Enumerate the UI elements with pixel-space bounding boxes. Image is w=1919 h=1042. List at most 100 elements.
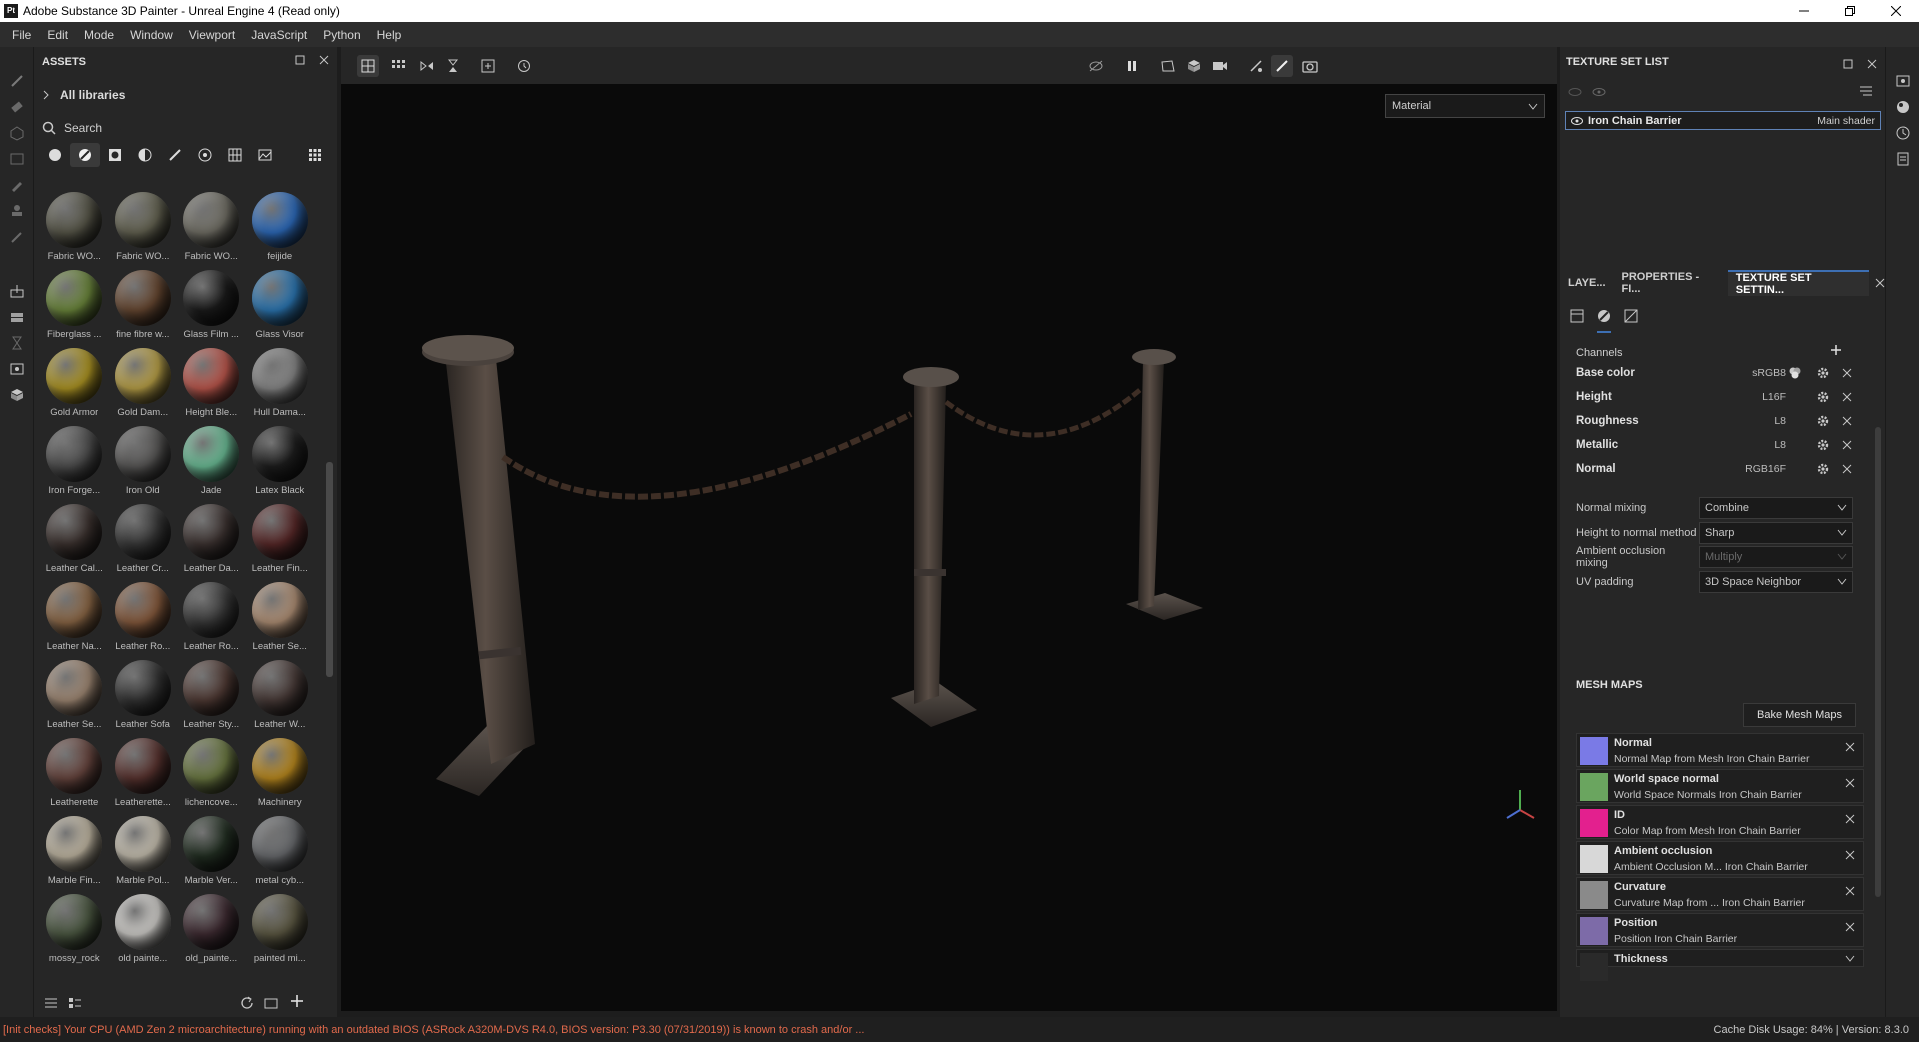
- hourglass-tool[interactable]: [7, 333, 27, 353]
- menu-file[interactable]: File: [4, 28, 39, 42]
- remove-channel-icon[interactable]: [1842, 392, 1852, 402]
- asset-tile[interactable]: Machinery: [246, 733, 315, 811]
- texture-set-menu-button[interactable]: [1859, 84, 1873, 102]
- remove-mesh-map-icon[interactable]: [1845, 922, 1855, 932]
- paint-mode-button[interactable]: [1271, 55, 1293, 77]
- view-grid-button[interactable]: [300, 143, 330, 167]
- remove-channel-icon[interactable]: [1842, 368, 1852, 378]
- assets-scrollbar[interactable]: [326, 462, 333, 677]
- asset-tile[interactable]: Leather Ro...: [109, 577, 178, 655]
- menu-help[interactable]: Help: [369, 28, 410, 42]
- asset-tile[interactable]: Marble Pol...: [109, 811, 178, 889]
- mesh-map-source[interactable]: Curvature Map from ... Iron Chain Barrie…: [1614, 897, 1805, 909]
- show-all-button[interactable]: [1592, 84, 1606, 102]
- asset-tile[interactable]: Leatherette: [40, 733, 109, 811]
- asset-tile[interactable]: Gold Dam...: [109, 343, 178, 421]
- asset-search[interactable]: Search: [42, 117, 327, 139]
- bake-mesh-maps-button[interactable]: Bake Mesh Maps: [1743, 703, 1856, 727]
- property-dropdown[interactable]: 3D Space Neighbor: [1699, 570, 1853, 593]
- asset-tile[interactable]: Leather Cal...: [40, 499, 109, 577]
- gear-icon[interactable]: [1816, 462, 1830, 476]
- asset-tile[interactable]: Leather Se...: [246, 577, 315, 655]
- channel-format[interactable]: L16F: [1726, 391, 1786, 403]
- menu-viewport[interactable]: Viewport: [181, 28, 243, 42]
- tab-texture-set-settings[interactable]: TEXTURE SET SETTIN...: [1727, 270, 1870, 296]
- mesh-map-row[interactable]: ID Color Map from Mesh Iron Chain Barrier: [1576, 805, 1864, 839]
- asset-tile[interactable]: Leather W...: [246, 655, 315, 733]
- asset-tile[interactable]: Height Ble...: [177, 343, 246, 421]
- remove-mesh-map-icon[interactable]: [1845, 814, 1855, 824]
- shelf-tool[interactable]: [7, 307, 27, 327]
- filter-filters-button[interactable]: [130, 143, 160, 167]
- asset-tile[interactable]: Leather Na...: [40, 577, 109, 655]
- menu-python[interactable]: Python: [315, 28, 368, 42]
- filter-masks-button[interactable]: [100, 143, 130, 167]
- remove-mesh-map-icon[interactable]: [1845, 886, 1855, 896]
- menu-javascript[interactable]: JavaScript: [243, 28, 315, 42]
- settings-scrollbar[interactable]: [1875, 427, 1881, 897]
- status-warning[interactable]: [Init checks] Your CPU (AMD Zen 2 microa…: [0, 1024, 864, 1036]
- channel-format[interactable]: L8: [1726, 439, 1786, 451]
- smudge-tool[interactable]: [7, 175, 27, 195]
- asset-tile[interactable]: mossy_rock: [40, 889, 109, 967]
- display-settings-tool[interactable]: [7, 359, 27, 379]
- close-texture-set-button[interactable]: [1867, 56, 1877, 74]
- viewport-display-mode-select[interactable]: Material: [1385, 94, 1545, 118]
- asset-tile[interactable]: feijide: [246, 187, 315, 265]
- remove-mesh-map-icon[interactable]: [1845, 742, 1855, 752]
- asset-tile[interactable]: Hull Dama...: [246, 343, 315, 421]
- chevron-down-icon[interactable]: [1845, 955, 1855, 963]
- property-dropdown[interactable]: Combine: [1699, 497, 1853, 519]
- material-view-button[interactable]: [1597, 309, 1611, 333]
- history-toggle[interactable]: [1893, 123, 1913, 143]
- mesh-map-row[interactable]: Normal Normal Map from Mesh Iron Chain Ba…: [1576, 733, 1864, 767]
- camera-view-button[interactable]: [1209, 55, 1231, 77]
- remove-channel-icon[interactable]: [1842, 416, 1852, 426]
- float-texture-set-button[interactable]: [1843, 56, 1853, 74]
- menu-edit[interactable]: Edit: [39, 28, 76, 42]
- asset-tile[interactable]: Leather Da...: [177, 499, 246, 577]
- 3d-view-button[interactable]: [1183, 55, 1205, 77]
- iray-button[interactable]: [1245, 55, 1267, 77]
- asset-tile[interactable]: Leatherette...: [109, 733, 178, 811]
- clone-tool[interactable]: [7, 201, 27, 221]
- shader-settings-tool[interactable]: [7, 385, 27, 405]
- asset-tile[interactable]: lichencove...: [177, 733, 246, 811]
- mesh-map-source[interactable]: Position Iron Chain Barrier: [1614, 933, 1737, 945]
- filter-environments-button[interactable]: [250, 143, 280, 167]
- 3d-viewport[interactable]: [341, 84, 1557, 1011]
- mesh-map-row[interactable]: World space normal World Space Normals Ir…: [1576, 769, 1864, 803]
- settings-view-button[interactable]: [1570, 309, 1584, 328]
- close-window-button[interactable]: [1873, 0, 1919, 22]
- bake-tool[interactable]: [7, 281, 27, 301]
- symmetry-x-button[interactable]: [416, 55, 438, 77]
- asset-tile[interactable]: Glass Film ...: [177, 265, 246, 343]
- channel-format[interactable]: sRGB8: [1726, 367, 1786, 379]
- 2d-view-button[interactable]: [1157, 55, 1179, 77]
- geometry-mask-tool[interactable]: [7, 149, 27, 169]
- filter-materials-button[interactable]: [40, 143, 70, 167]
- menu-mode[interactable]: Mode: [76, 28, 122, 42]
- filter-textures-button[interactable]: [220, 143, 250, 167]
- asset-tile[interactable]: Iron Old: [109, 421, 178, 499]
- float-panel-icon[interactable]: [295, 55, 305, 65]
- pause-button[interactable]: [1121, 55, 1143, 77]
- asset-tile[interactable]: Fabric WO...: [177, 187, 246, 265]
- asset-tile[interactable]: Leather Se...: [40, 655, 109, 733]
- close-tab-icon[interactable]: [1875, 278, 1885, 288]
- library-selector[interactable]: All libraries: [42, 88, 125, 102]
- asset-tile[interactable]: Glass Visor: [246, 265, 315, 343]
- asset-tile[interactable]: Marble Ver...: [177, 811, 246, 889]
- asset-tile[interactable]: Leather Sty...: [177, 655, 246, 733]
- uv-view-button[interactable]: [1624, 309, 1638, 328]
- filter-brushes-button[interactable]: [160, 143, 190, 167]
- asset-tile[interactable]: Leather Cr...: [109, 499, 178, 577]
- mesh-map-row[interactable]: Curvature Curvature Map from ... Iron Cha…: [1576, 877, 1864, 911]
- asset-tile[interactable]: metal cyb...: [246, 811, 315, 889]
- asset-tile[interactable]: Iron Forge...: [40, 421, 109, 499]
- asset-tile[interactable]: Latex Black: [246, 421, 315, 499]
- close-panel-icon[interactable]: [319, 55, 329, 65]
- mesh-map-row[interactable]: Ambient occlusion Ambient Occlusion M... …: [1576, 841, 1864, 875]
- mesh-map-source[interactable]: World Space Normals Iron Chain Barrier: [1614, 789, 1802, 801]
- tab-layers[interactable]: LAYE...: [1560, 270, 1614, 296]
